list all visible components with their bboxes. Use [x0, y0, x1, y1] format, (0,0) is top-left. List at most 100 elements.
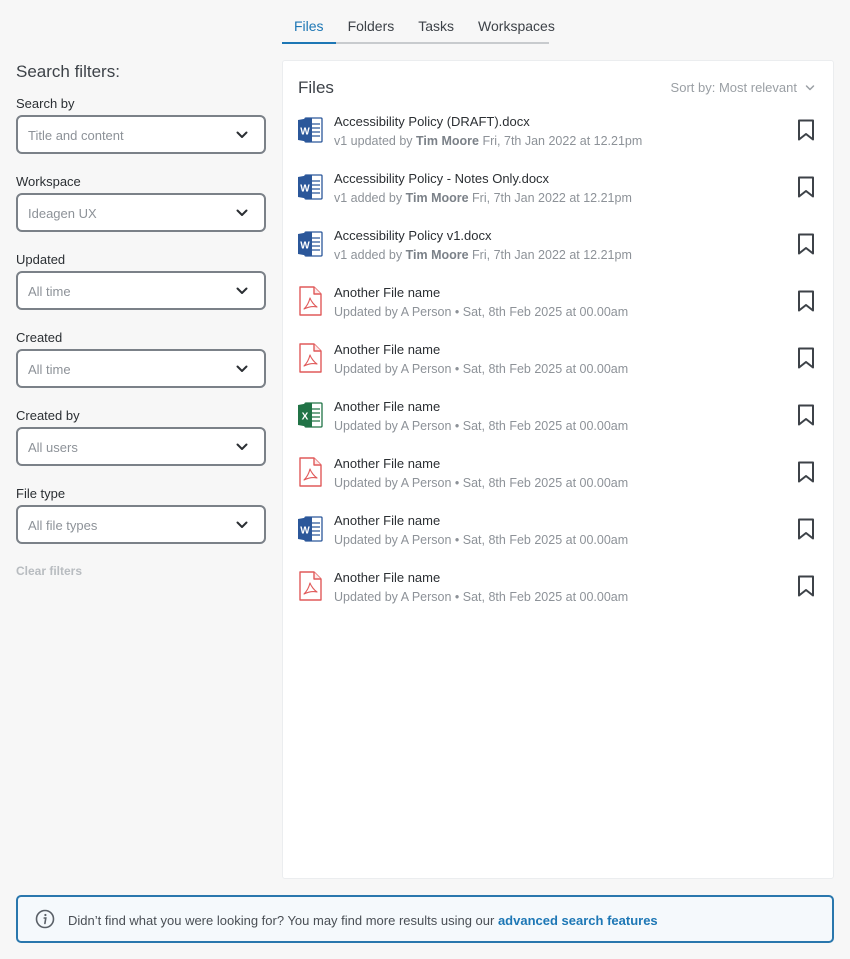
pdf-file-icon [297, 286, 323, 316]
chevron-down-icon [236, 131, 248, 138]
chevron-down-icon [805, 84, 815, 90]
tab-workspaces[interactable]: Workspaces [466, 0, 567, 44]
bookmark-icon[interactable] [797, 347, 815, 369]
list-item[interactable]: W Accessibility Policy - Notes Only.docx v… [283, 166, 833, 223]
chevron-down-icon [236, 521, 248, 528]
bookmark-icon[interactable] [797, 575, 815, 597]
file-meta-user: Tim Moore [416, 134, 479, 148]
results-panel: Files Sort by: Most relevant W Accessibil… [282, 60, 834, 879]
sort-label: Sort by: Most relevant [670, 80, 797, 95]
chevron-down-icon [236, 209, 248, 216]
file-name[interactable]: Another File name [334, 570, 440, 585]
file-meta: Updated by A Person • Sat, 8th Feb 2025 … [334, 362, 628, 376]
list-item[interactable]: Another File name Updated by A Person • S… [283, 565, 833, 622]
file-name[interactable]: Accessibility Policy - Notes Only.docx [334, 171, 549, 186]
file-meta: Updated by A Person • Sat, 8th Feb 2025 … [334, 533, 628, 547]
advanced-search-notice: Didn’t find what you were looking for? Y… [16, 895, 834, 943]
file-meta-prefix: Updated by A Person • Sat, 8th Feb 2025 … [334, 476, 629, 490]
file-meta-prefix: Updated by A Person • Sat, 8th Feb 2025 … [334, 419, 629, 433]
bookmark-icon[interactable] [797, 518, 815, 540]
filter-label-created: Created [16, 330, 63, 345]
file-meta-date: Fri, 7th Jan 2022 at 12.21pm [468, 248, 632, 262]
search-filters: Search filters: Search by Title and cont… [16, 62, 266, 578]
list-item[interactable]: Another File name Updated by A Person • S… [283, 337, 833, 394]
file-meta-prefix: Updated by A Person • Sat, 8th Feb 2025 … [334, 533, 629, 547]
info-icon [35, 909, 55, 929]
file-name[interactable]: Another File name [334, 285, 440, 300]
list-item[interactable]: Another File name Updated by A Person • S… [283, 451, 833, 508]
file-meta: Updated by A Person • Sat, 8th Feb 2025 … [334, 476, 628, 490]
chevron-down-icon [236, 287, 248, 294]
file-meta-prefix: v1 added by [334, 248, 406, 262]
svg-text:W: W [300, 241, 310, 252]
notice-text: Didn’t find what you were looking for? Y… [68, 913, 658, 928]
filter-label-updated: Updated [16, 252, 66, 267]
chevron-down-icon [236, 443, 248, 450]
file-meta-date: Fri, 7th Jan 2022 at 12.21pm [479, 134, 643, 148]
file-meta-user: Tim Moore [405, 248, 469, 262]
advanced-search-link[interactable]: advanced search features [498, 913, 658, 928]
file-meta: Updated by A Person • Sat, 8th Feb 2025 … [334, 419, 628, 433]
word-file-icon: W [297, 514, 323, 544]
created-by-select[interactable]: All users [16, 427, 266, 466]
pdf-file-icon [297, 457, 323, 487]
word-file-icon: W [297, 172, 323, 202]
list-item[interactable]: W Another File name Updated by A Person • … [283, 508, 833, 565]
word-file-icon: W [297, 229, 323, 259]
sort-dropdown[interactable]: Sort by: Most relevant [671, 80, 815, 95]
file-name[interactable]: Another File name [334, 456, 440, 471]
file-meta-prefix: v1 added by [334, 191, 406, 205]
list-item[interactable]: Another File name Updated by A Person • S… [283, 280, 833, 337]
list-item[interactable]: X Another File name Updated by A Person • … [283, 394, 833, 451]
file-meta: Updated by A Person • Sat, 8th Feb 2025 … [334, 590, 628, 604]
bookmark-icon[interactable] [797, 404, 815, 426]
file-meta-prefix: v1 updated by [334, 134, 417, 148]
svg-text:W: W [300, 526, 310, 537]
svg-text:X: X [302, 412, 309, 423]
file-type-select[interactable]: All file types [16, 505, 266, 544]
clear-filters-button[interactable]: Clear filters [16, 564, 266, 578]
updated-select[interactable]: All time [16, 271, 266, 310]
tab-tasks[interactable]: Tasks [406, 0, 466, 44]
file-name[interactable]: Another File name [334, 513, 440, 528]
list-item[interactable]: W Accessibility Policy (DRAFT).docx v1 upd… [283, 109, 833, 166]
search-by-select[interactable]: Title and content [16, 115, 266, 154]
file-name[interactable]: Another File name [334, 342, 440, 357]
file-meta: v1 added by Tim Moore Fri, 7th Jan 2022 … [334, 248, 632, 262]
bookmark-icon[interactable] [797, 290, 815, 312]
filter-label-search-by: Search by [16, 96, 75, 111]
pdf-file-icon [297, 571, 323, 601]
bookmark-icon[interactable] [797, 461, 815, 483]
file-name[interactable]: Accessibility Policy (DRAFT).docx [334, 114, 530, 129]
file-meta: v1 updated by Tim Moore Fri, 7th Jan 202… [334, 134, 642, 148]
chevron-down-icon [236, 365, 248, 372]
search-by-value: Title and content [28, 128, 124, 143]
workspace-value: Ideagen UX [28, 206, 97, 221]
word-file-icon: W [297, 115, 323, 145]
file-meta-prefix: Updated by A Person • Sat, 8th Feb 2025 … [334, 590, 629, 604]
filter-label-created-by: Created by [16, 408, 80, 423]
bookmark-icon[interactable] [797, 176, 815, 198]
file-name[interactable]: Accessibility Policy v1.docx [334, 228, 492, 243]
svg-text:W: W [300, 127, 310, 138]
created-select[interactable]: All time [16, 349, 266, 388]
tab-folders[interactable]: Folders [336, 0, 407, 44]
bookmark-icon[interactable] [797, 233, 815, 255]
results-title: Files [298, 78, 334, 97]
results-tabs: Files Folders Tasks Workspaces [282, 0, 555, 44]
svg-text:W: W [300, 184, 310, 195]
file-meta: v1 added by Tim Moore Fri, 7th Jan 2022 … [334, 191, 632, 205]
file-name[interactable]: Another File name [334, 399, 440, 414]
list-item[interactable]: W Accessibility Policy v1.docx v1 added by… [283, 223, 833, 280]
filter-label-file-type: File type [16, 486, 66, 501]
filters-title: Search filters: [16, 62, 120, 81]
file-meta: Updated by A Person • Sat, 8th Feb 2025 … [334, 305, 628, 319]
file-list: W Accessibility Policy (DRAFT).docx v1 upd… [283, 109, 833, 622]
file-meta-prefix: Updated by A Person • Sat, 8th Feb 2025 … [334, 305, 629, 319]
created-value: All time [28, 362, 71, 377]
tab-files[interactable]: Files [282, 0, 336, 44]
notice-message: Didn’t find what you were looking for? Y… [68, 913, 498, 928]
bookmark-icon[interactable] [797, 119, 815, 141]
file-type-value: All file types [28, 518, 98, 533]
workspace-select[interactable]: Ideagen UX [16, 193, 266, 232]
